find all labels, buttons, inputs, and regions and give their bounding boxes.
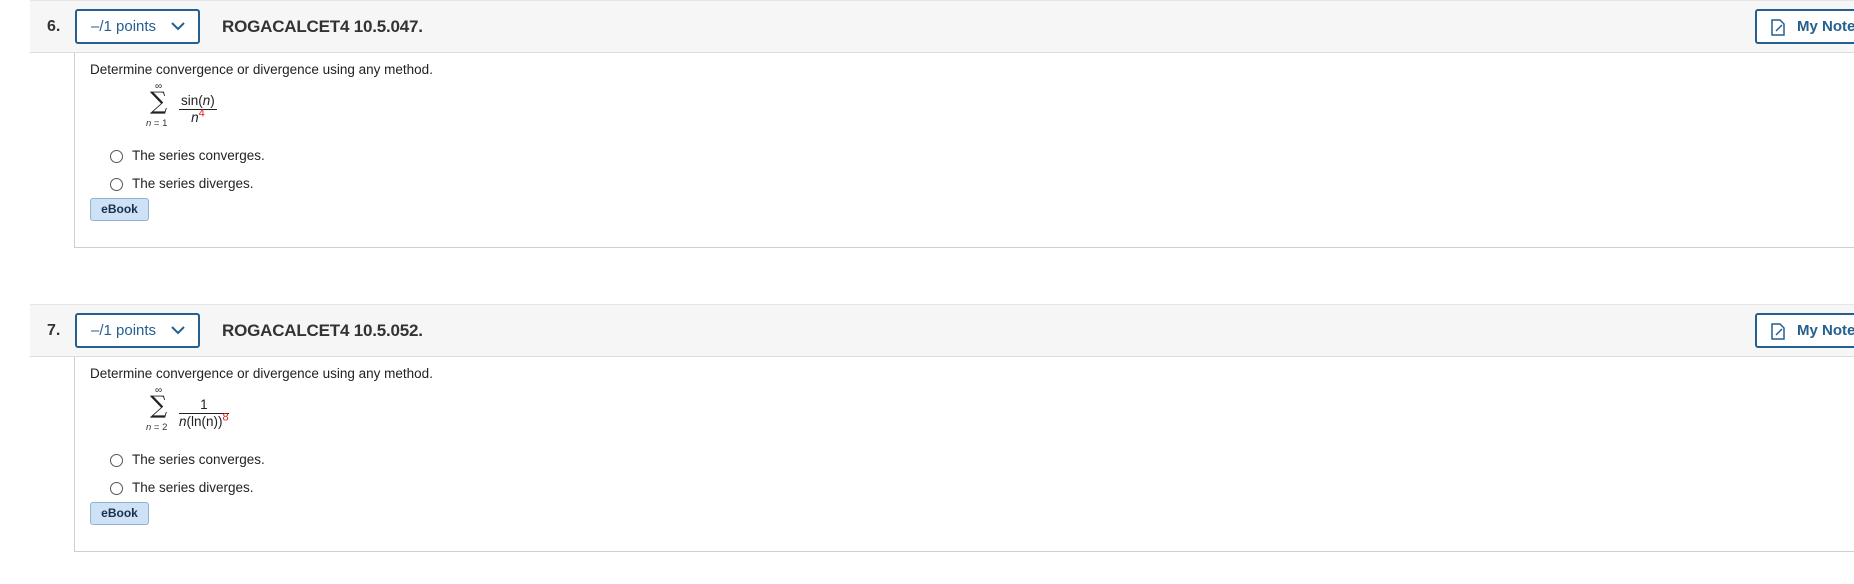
fraction-numerator: 1 xyxy=(179,397,229,414)
my-notes-button[interactable]: My Notes xyxy=(1755,313,1854,348)
assignment-page: 6. –/1 points ROGACALCET4 10.5.047. My N… xyxy=(0,0,1854,584)
radio-button[interactable] xyxy=(110,454,123,467)
sigma-symbol: ∑ xyxy=(150,87,168,115)
chevron-down-icon xyxy=(171,22,185,31)
question-id: ROGACALCET4 10.5.052. xyxy=(222,321,423,340)
series-term-fraction: sin(n) n4 xyxy=(179,93,217,126)
points-dropdown-button[interactable]: –/1 points xyxy=(75,9,200,44)
document-pencil-icon xyxy=(1771,19,1785,36)
chevron-down-icon xyxy=(171,326,185,335)
radio-button[interactable] xyxy=(110,150,123,163)
exponent: 8 xyxy=(222,411,229,424)
sum-lower-limit: n = 1 xyxy=(146,118,168,129)
ebook-button[interactable]: eBook xyxy=(90,198,149,221)
exponent: 4 xyxy=(198,107,205,120)
fraction-denominator: n4 xyxy=(191,107,205,125)
points-label: –/1 points xyxy=(91,322,157,339)
option-label: The series diverges. xyxy=(132,176,254,191)
my-notes-button[interactable]: My Notes xyxy=(1755,9,1854,44)
radio-button[interactable] xyxy=(110,178,123,191)
series-term-fraction: 1 n(ln(n))8 xyxy=(179,397,229,430)
points-label: –/1 points xyxy=(91,18,157,35)
points-dropdown-button[interactable]: –/1 points xyxy=(75,313,200,348)
question-id: ROGACALCET4 10.5.047. xyxy=(222,17,423,36)
question-prompt: Determine convergence or divergence usin… xyxy=(90,62,433,77)
sigma-symbol: ∑ xyxy=(150,391,168,419)
option-label: The series diverges. xyxy=(132,480,254,495)
question-number: 7. xyxy=(47,322,61,339)
sum-lower-limit: n = 2 xyxy=(146,422,168,433)
radio-button[interactable] xyxy=(110,482,123,495)
series-expression: ∞ ∑ n = 1 sin(n) n4 xyxy=(146,81,326,131)
my-notes-label: My Notes xyxy=(1797,322,1854,339)
my-notes-label: My Notes xyxy=(1797,18,1854,35)
question-body: Determine convergence or divergence usin… xyxy=(74,53,1854,248)
ebook-button[interactable]: eBook xyxy=(90,502,149,525)
question-header: 6. –/1 points ROGACALCET4 10.5.047. My N… xyxy=(30,0,1854,53)
series-expression: ∞ ∑ n = 2 1 n(ln(n))8 xyxy=(146,385,326,435)
question-body: Determine convergence or divergence usin… xyxy=(74,357,1854,552)
question-prompt: Determine convergence or divergence usin… xyxy=(90,366,433,381)
question-number: 6. xyxy=(47,18,61,35)
option-label: The series converges. xyxy=(132,148,265,163)
option-label: The series converges. xyxy=(132,452,265,467)
question-header: 7. –/1 points ROGACALCET4 10.5.052. My N… xyxy=(30,304,1854,357)
document-pencil-icon xyxy=(1771,323,1785,340)
fraction-denominator: n(ln(n))8 xyxy=(179,411,229,429)
